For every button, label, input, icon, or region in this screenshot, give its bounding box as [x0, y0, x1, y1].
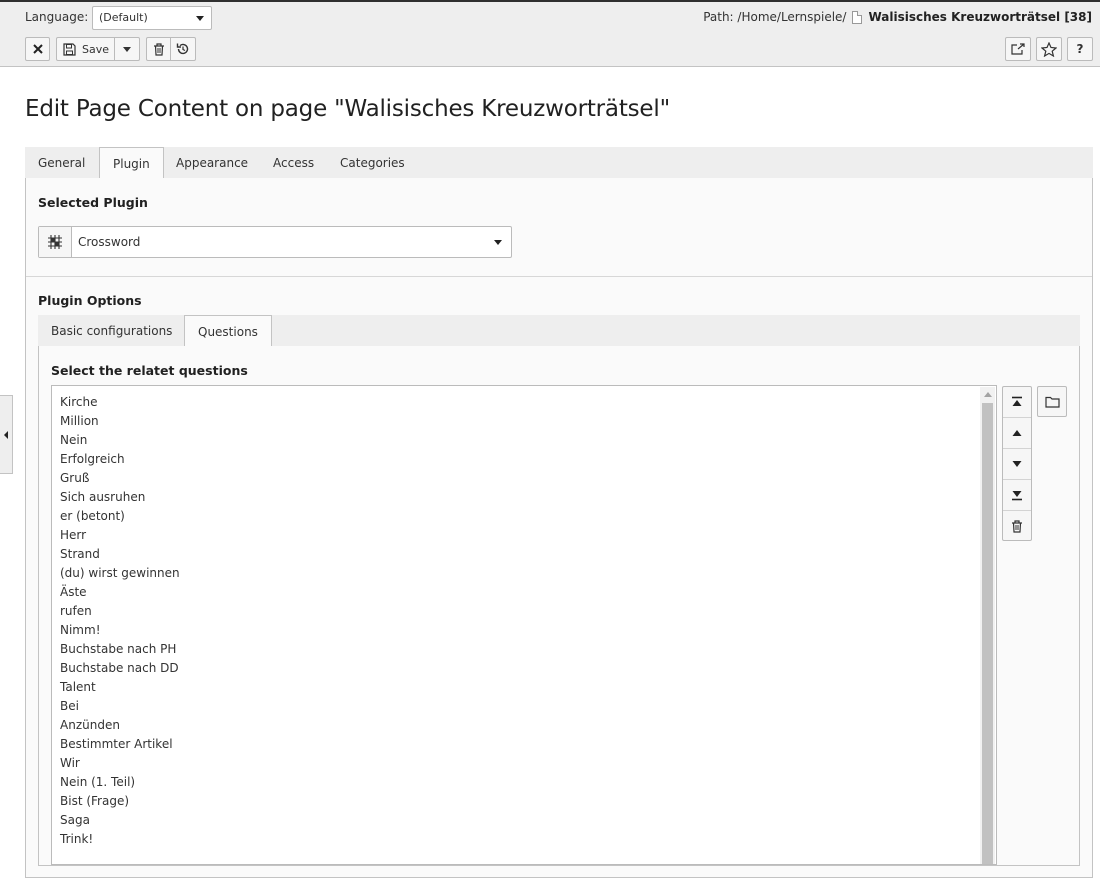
tab-label: Categories	[340, 156, 405, 170]
tab-label: Questions	[198, 324, 258, 339]
move-up-icon	[1012, 430, 1022, 436]
scrollbar-thumb[interactable]	[982, 403, 993, 864]
list-item[interactable]: Nein (1. Teil)	[60, 774, 996, 793]
list-item[interactable]: Talent	[60, 679, 996, 698]
tab-questions[interactable]: Questions	[184, 315, 272, 348]
list-item[interactable]: (du) wirst gewinnen	[60, 565, 996, 584]
tab-basic-configurations[interactable]: Basic configurations	[38, 315, 185, 347]
scroll-up-icon[interactable]	[984, 392, 992, 397]
folder-icon	[1044, 396, 1060, 408]
list-item[interactable]: Nein	[60, 432, 996, 451]
history-button[interactable]	[170, 37, 196, 61]
remove-item-button[interactable]	[1003, 511, 1031, 542]
crossword-grid-icon	[48, 235, 62, 249]
close-icon	[32, 44, 43, 54]
help-button[interactable]: ?	[1067, 37, 1093, 61]
list-item[interactable]: Bist (Frage)	[60, 793, 996, 812]
move-up-button[interactable]	[1003, 418, 1031, 449]
tab-categories[interactable]: Categories	[327, 147, 418, 179]
list-controls	[1002, 386, 1032, 541]
trash-icon	[153, 42, 164, 56]
list-item[interactable]: Äste	[60, 584, 996, 603]
delete-button[interactable]	[146, 37, 171, 61]
tab-label: Basic configurations	[51, 324, 173, 338]
list-item[interactable]: er (betont)	[60, 508, 996, 527]
external-link-icon	[1011, 43, 1025, 55]
move-down-icon	[1012, 461, 1022, 467]
star-icon	[1041, 41, 1057, 57]
move-to-top-button[interactable]	[1003, 387, 1031, 418]
chevron-down-icon	[196, 16, 204, 21]
list-item[interactable]: Bestimmter Artikel	[60, 736, 996, 755]
bookmark-button[interactable]	[1036, 37, 1062, 61]
tab-access[interactable]: Access	[260, 147, 327, 179]
section-divider	[26, 276, 1092, 277]
tab-general[interactable]: General	[25, 147, 98, 179]
list-item[interactable]: Saga	[60, 812, 996, 831]
list-item[interactable]: Herr	[60, 527, 996, 546]
language-label: Language:	[25, 10, 89, 24]
list-item[interactable]: Gruß	[60, 470, 996, 489]
tab-label: Access	[273, 156, 315, 170]
tab-label: General	[38, 156, 86, 170]
main-tabs: General Plugin Appearance Access Categor…	[25, 147, 1093, 180]
selected-plugin-label: Selected Plugin	[38, 195, 148, 210]
plugin-select-value: Crossword	[78, 235, 141, 249]
list-item[interactable]: Buchstabe nach PH	[60, 641, 996, 660]
list-item[interactable]: Trink!	[60, 831, 996, 850]
open-new-window-button[interactable]	[1005, 37, 1031, 61]
plugin-select[interactable]: Crossword	[38, 226, 512, 258]
save-dropdown-button[interactable]	[114, 37, 140, 61]
delete-icon	[1012, 520, 1022, 533]
list-item[interactable]: Bei	[60, 698, 996, 717]
list-item[interactable]: Strand	[60, 546, 996, 565]
questions-label: Select the relatet questions	[51, 363, 248, 378]
plugin-options-tabs: Basic configurations Questions	[38, 315, 1080, 348]
language-select[interactable]: (Default)	[92, 6, 212, 30]
language-select-value: (Default)	[99, 11, 148, 24]
tab-appearance[interactable]: Appearance	[163, 147, 261, 179]
path-value: /Home/Lernspiele/	[737, 10, 847, 24]
list-item[interactable]: Anzünden	[60, 717, 996, 736]
plugin-icon-box	[39, 227, 72, 257]
path-label: Path:	[703, 10, 734, 24]
list-item[interactable]: Erfolgreich	[60, 451, 996, 470]
chevron-down-icon	[494, 240, 502, 245]
listbox-scrollbar[interactable]	[980, 387, 995, 864]
save-label: Save	[82, 42, 110, 56]
list-item[interactable]: Buchstabe nach DD	[60, 660, 996, 679]
move-down-button[interactable]	[1003, 449, 1031, 480]
list-item[interactable]: rufen	[60, 603, 996, 622]
list-item[interactable]: Million	[60, 413, 996, 432]
document-header: Language: (Default) Path: /Home/Lernspie…	[0, 2, 1100, 67]
page-icon	[852, 10, 863, 24]
list-item[interactable]: Nimm!	[60, 622, 996, 641]
questions-listbox[interactable]: Kirche Million Nein Erfolgreich Gruß Sich aus…	[51, 385, 997, 865]
page-title-breadcrumb: Walisisches Kreuzworträtsel [38]	[868, 10, 1092, 24]
tab-plugin[interactable]: Plugin	[99, 147, 164, 180]
browse-records-button[interactable]	[1037, 386, 1067, 417]
page-heading: Edit Page Content on page "Walisisches K…	[25, 96, 670, 122]
floppy-disk-icon	[63, 42, 76, 56]
chevron-down-icon	[123, 46, 131, 52]
close-button[interactable]	[25, 37, 50, 61]
history-icon	[176, 43, 189, 55]
questions-list: Kirche Million Nein Erfolgreich Gruß Sich aus…	[52, 386, 996, 850]
move-to-bottom-button[interactable]	[1003, 480, 1031, 511]
save-button[interactable]: Save	[56, 37, 115, 61]
move-to-top-icon	[1012, 396, 1022, 406]
help-label: ?	[1076, 42, 1084, 56]
tab-label: Plugin	[113, 156, 150, 171]
sidebar-collapse-toggle[interactable]	[0, 395, 13, 474]
caret-left-icon	[4, 430, 8, 439]
breadcrumb: Path: /Home/Lernspiele/Walisisches Kreuz…	[703, 10, 1092, 24]
list-item[interactable]: Kirche	[60, 394, 996, 413]
list-item[interactable]: Sich ausruhen	[60, 489, 996, 508]
list-item[interactable]: Wir	[60, 755, 996, 774]
plugin-options-label: Plugin Options	[38, 293, 142, 308]
tab-label: Appearance	[176, 156, 249, 170]
move-to-bottom-icon	[1012, 491, 1022, 501]
